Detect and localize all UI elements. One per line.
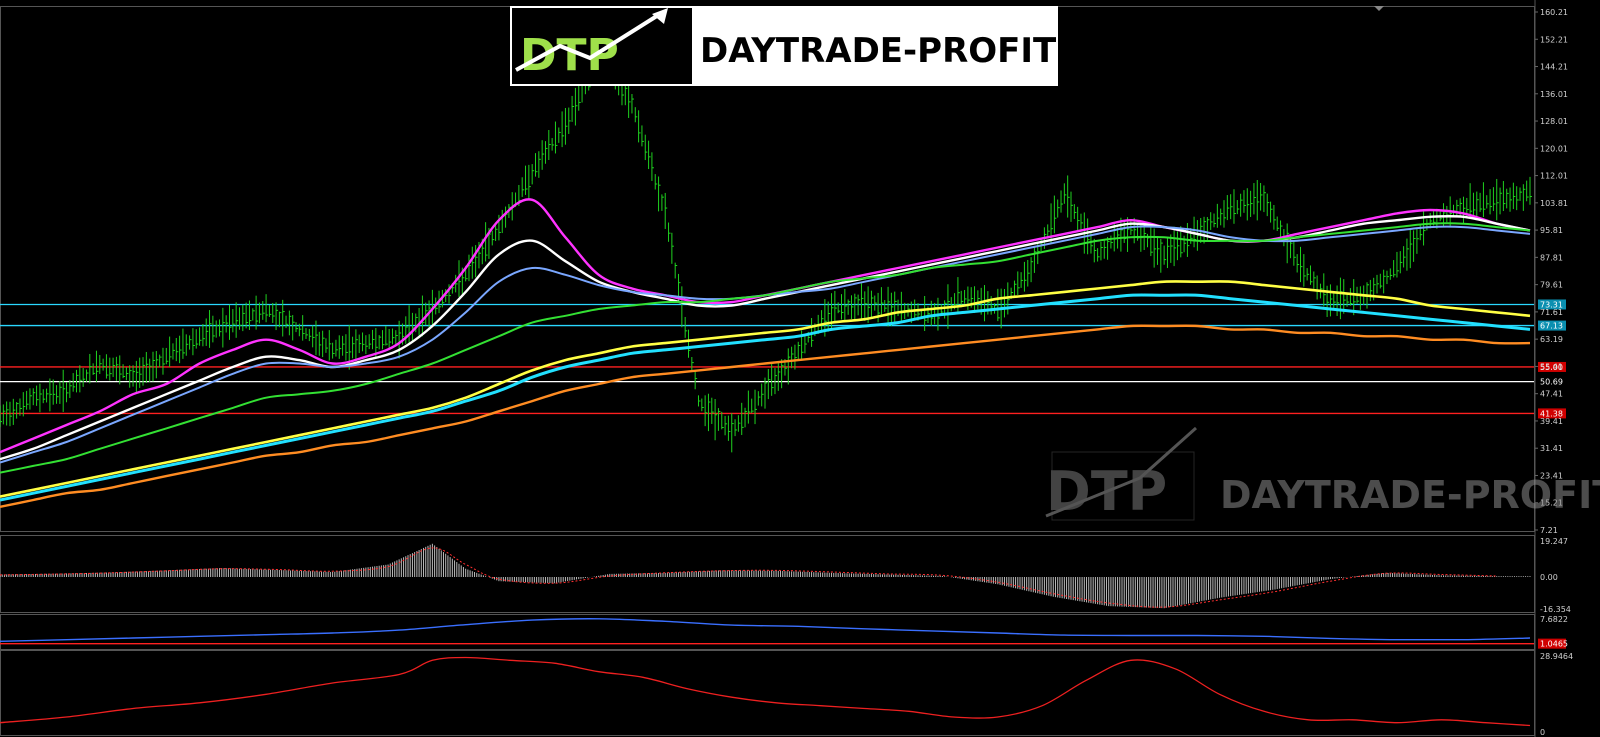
price-tick-label: 31.41 [1540,444,1563,453]
price-tick-label: 87.81 [1540,253,1563,262]
price-tick-label: 112.01 [1540,172,1568,181]
brand-name: DAYTRADE-PROFIT [700,31,1057,71]
price-tick-label: 79.61 [1540,281,1563,290]
price-tick-label: 71.61 [1540,308,1563,317]
price-tick-label: 103.81 [1540,199,1568,208]
price-tick-label: 7.21 [1540,526,1558,535]
brand-logo-mark: DTP [520,30,619,81]
histogram-tick-label: 19.247 [1540,537,1568,546]
oscillator-blue-tick-label: 7.6822 [1540,615,1568,624]
level-tag: 67.13 [1540,322,1563,331]
brand-logo: DTP DAYTRADE-PROFIT [510,6,1058,86]
price-tick-label: 152.21 [1540,35,1568,44]
price-tick-label: 144.21 [1540,63,1568,72]
oscillator-level-tag: 1.0465 [1540,640,1568,649]
price-tick-label: 47.41 [1540,390,1563,399]
watermark-name: DAYTRADE-PROFIT [1220,473,1600,517]
price-tick-label: 128.01 [1540,117,1568,126]
price-tick-label: 95.81 [1540,226,1563,235]
price-tick-label: 160.21 [1540,8,1568,17]
price-tick-label: 55.41 [1540,362,1563,371]
oscillator-red-tick-label: 0 [1540,728,1545,737]
histogram-tick-label: -16.354 [1540,605,1571,614]
chart-canvas: 73.3167.1355.0050.6941.38160.21152.21144… [0,0,1600,737]
price-tick-label: 39.41 [1540,417,1563,426]
level-tag: 50.69 [1540,378,1563,387]
price-tick-label: 136.01 [1540,90,1568,99]
price-tick-label: 63.19 [1540,335,1563,344]
oscillator-red-tick-label: 28.9464 [1540,652,1573,661]
histogram-tick-label: 0.00 [1540,573,1558,582]
price-tick-label: 120.01 [1540,144,1568,153]
